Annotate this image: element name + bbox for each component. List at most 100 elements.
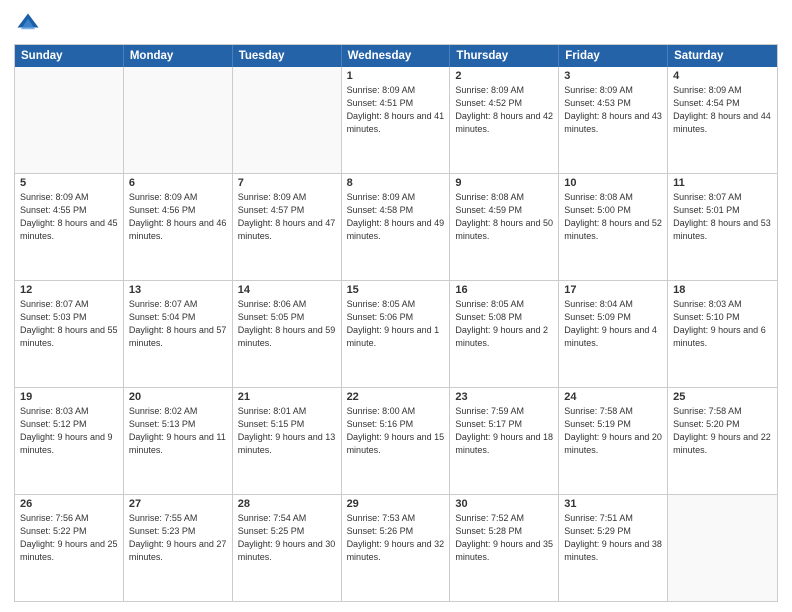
day-info: Sunrise: 7:52 AMSunset: 5:28 PMDaylight:… <box>455 512 553 564</box>
day-info: Sunrise: 8:03 AMSunset: 5:10 PMDaylight:… <box>673 298 772 350</box>
calendar-cell: 11 Sunrise: 8:07 AMSunset: 5:01 PMDayligh… <box>668 174 777 280</box>
day-number: 22 <box>347 391 445 403</box>
calendar-week-row: 1Sunrise: 8:09 AMSunset: 4:51 PMDaylight… <box>15 67 777 173</box>
calendar-cell: 18 Sunrise: 8:03 AMSunset: 5:10 PMDayligh… <box>668 281 777 387</box>
day-info: Sunrise: 8:00 AMSunset: 5:16 PMDaylight:… <box>347 405 445 457</box>
day-info: Sunrise: 8:09 AMSunset: 4:54 PMDaylight:… <box>673 84 772 136</box>
day-number: 15 <box>347 284 445 296</box>
calendar-cell <box>15 67 124 173</box>
logo <box>14 10 46 38</box>
calendar-cell: 30Sunrise: 7:52 AMSunset: 5:28 PMDayligh… <box>450 495 559 601</box>
day-info: Sunrise: 8:01 AMSunset: 5:15 PMDaylight:… <box>238 405 336 457</box>
day-number: 21 <box>238 391 336 403</box>
weekday-header: Saturday <box>668 45 777 67</box>
day-number: 20 <box>129 391 227 403</box>
day-number: 4 <box>673 70 772 82</box>
calendar-cell: 20 Sunrise: 8:02 AMSunset: 5:13 PMDayligh… <box>124 388 233 494</box>
day-info: Sunrise: 7:58 AMSunset: 5:20 PMDaylight:… <box>673 405 772 457</box>
weekday-header: Sunday <box>15 45 124 67</box>
calendar-week-row: 26 Sunrise: 7:56 AMSunset: 5:22 PMDayligh… <box>15 494 777 601</box>
calendar-cell: 25 Sunrise: 7:58 AMSunset: 5:20 PMDayligh… <box>668 388 777 494</box>
day-info: Sunrise: 8:09 AMSunset: 4:57 PMDaylight:… <box>238 191 336 243</box>
day-number: 5 <box>20 177 118 189</box>
header <box>14 10 778 38</box>
weekday-header: Friday <box>559 45 668 67</box>
day-info: Sunrise: 8:05 AMSunset: 5:08 PMDaylight:… <box>455 298 553 350</box>
calendar-cell: 13 Sunrise: 8:07 AMSunset: 5:04 PMDayligh… <box>124 281 233 387</box>
calendar-cell: 23 Sunrise: 7:59 AMSunset: 5:17 PMDayligh… <box>450 388 559 494</box>
day-number: 1 <box>347 70 445 82</box>
calendar-cell: 1Sunrise: 8:09 AMSunset: 4:51 PMDaylight… <box>342 67 451 173</box>
day-info: Sunrise: 7:55 AMSunset: 5:23 PMDaylight:… <box>129 512 227 564</box>
day-number: 19 <box>20 391 118 403</box>
day-info: Sunrise: 8:07 AMSunset: 5:03 PMDaylight:… <box>20 298 118 350</box>
day-number: 12 <box>20 284 118 296</box>
day-info: Sunrise: 7:59 AMSunset: 5:17 PMDaylight:… <box>455 405 553 457</box>
calendar-cell: 15 Sunrise: 8:05 AMSunset: 5:06 PMDayligh… <box>342 281 451 387</box>
weekday-header: Tuesday <box>233 45 342 67</box>
day-number: 25 <box>673 391 772 403</box>
calendar-cell: 8 Sunrise: 8:09 AMSunset: 4:58 PMDaylight… <box>342 174 451 280</box>
day-info: Sunrise: 7:58 AMSunset: 5:19 PMDaylight:… <box>564 405 662 457</box>
day-number: 13 <box>129 284 227 296</box>
page: SundayMondayTuesdayWednesdayThursdayFrid… <box>0 0 792 612</box>
calendar-cell <box>668 495 777 601</box>
calendar-cell <box>233 67 342 173</box>
calendar-week-row: 12 Sunrise: 8:07 AMSunset: 5:03 PMDayligh… <box>15 280 777 387</box>
calendar-cell: 31 Sunrise: 7:51 AMSunset: 5:29 PMDayligh… <box>559 495 668 601</box>
calendar-cell: 12 Sunrise: 8:07 AMSunset: 5:03 PMDayligh… <box>15 281 124 387</box>
day-number: 6 <box>129 177 227 189</box>
day-info: Sunrise: 8:09 AMSunset: 4:53 PMDaylight:… <box>564 84 662 136</box>
day-info: Sunrise: 8:09 AMSunset: 4:56 PMDaylight:… <box>129 191 227 243</box>
day-info: Sunrise: 7:54 AMSunset: 5:25 PMDaylight:… <box>238 512 336 564</box>
day-info: Sunrise: 8:08 AMSunset: 4:59 PMDaylight:… <box>455 191 553 243</box>
logo-icon <box>14 10 42 38</box>
day-number: 24 <box>564 391 662 403</box>
day-info: Sunrise: 8:04 AMSunset: 5:09 PMDaylight:… <box>564 298 662 350</box>
calendar-cell <box>124 67 233 173</box>
day-number: 11 <box>673 177 772 189</box>
day-number: 14 <box>238 284 336 296</box>
day-number: 28 <box>238 498 336 510</box>
calendar-cell: 29Sunrise: 7:53 AMSunset: 5:26 PMDayligh… <box>342 495 451 601</box>
day-number: 3 <box>564 70 662 82</box>
calendar-cell: 5 Sunrise: 8:09 AMSunset: 4:55 PMDaylight… <box>15 174 124 280</box>
calendar-cell: 3 Sunrise: 8:09 AMSunset: 4:53 PMDaylight… <box>559 67 668 173</box>
calendar-cell: 24 Sunrise: 7:58 AMSunset: 5:19 PMDayligh… <box>559 388 668 494</box>
weekday-header: Monday <box>124 45 233 67</box>
day-number: 26 <box>20 498 118 510</box>
calendar-cell: 28 Sunrise: 7:54 AMSunset: 5:25 PMDayligh… <box>233 495 342 601</box>
day-number: 18 <box>673 284 772 296</box>
day-info: Sunrise: 8:07 AMSunset: 5:01 PMDaylight:… <box>673 191 772 243</box>
calendar-header: SundayMondayTuesdayWednesdayThursdayFrid… <box>15 45 777 67</box>
calendar-cell: 19Sunrise: 8:03 AMSunset: 5:12 PMDayligh… <box>15 388 124 494</box>
day-number: 29 <box>347 498 445 510</box>
day-info: Sunrise: 8:09 AMSunset: 4:55 PMDaylight:… <box>20 191 118 243</box>
day-info: Sunrise: 8:07 AMSunset: 5:04 PMDaylight:… <box>129 298 227 350</box>
calendar-cell: 4 Sunrise: 8:09 AMSunset: 4:54 PMDaylight… <box>668 67 777 173</box>
calendar-cell: 7Sunrise: 8:09 AMSunset: 4:57 PMDaylight… <box>233 174 342 280</box>
calendar-cell: 9Sunrise: 8:08 AMSunset: 4:59 PMDaylight… <box>450 174 559 280</box>
weekday-header: Thursday <box>450 45 559 67</box>
calendar-cell: 10Sunrise: 8:08 AMSunset: 5:00 PMDayligh… <box>559 174 668 280</box>
day-number: 16 <box>455 284 553 296</box>
calendar-cell: 21 Sunrise: 8:01 AMSunset: 5:15 PMDayligh… <box>233 388 342 494</box>
day-number: 8 <box>347 177 445 189</box>
day-info: Sunrise: 8:05 AMSunset: 5:06 PMDaylight:… <box>347 298 445 350</box>
day-info: Sunrise: 8:09 AMSunset: 4:58 PMDaylight:… <box>347 191 445 243</box>
calendar-cell: 22 Sunrise: 8:00 AMSunset: 5:16 PMDayligh… <box>342 388 451 494</box>
calendar-cell: 26 Sunrise: 7:56 AMSunset: 5:22 PMDayligh… <box>15 495 124 601</box>
calendar-cell: 27Sunrise: 7:55 AMSunset: 5:23 PMDayligh… <box>124 495 233 601</box>
calendar-cell: 14 Sunrise: 8:06 AMSunset: 5:05 PMDayligh… <box>233 281 342 387</box>
calendar-body: 1Sunrise: 8:09 AMSunset: 4:51 PMDaylight… <box>15 67 777 601</box>
day-number: 23 <box>455 391 553 403</box>
day-info: Sunrise: 8:06 AMSunset: 5:05 PMDaylight:… <box>238 298 336 350</box>
day-info: Sunrise: 7:51 AMSunset: 5:29 PMDaylight:… <box>564 512 662 564</box>
day-number: 31 <box>564 498 662 510</box>
day-info: Sunrise: 7:56 AMSunset: 5:22 PMDaylight:… <box>20 512 118 564</box>
calendar-cell: 6 Sunrise: 8:09 AMSunset: 4:56 PMDaylight… <box>124 174 233 280</box>
calendar-cell: 17Sunrise: 8:04 AMSunset: 5:09 PMDayligh… <box>559 281 668 387</box>
weekday-header: Wednesday <box>342 45 451 67</box>
day-info: Sunrise: 8:02 AMSunset: 5:13 PMDaylight:… <box>129 405 227 457</box>
calendar: SundayMondayTuesdayWednesdayThursdayFrid… <box>14 44 778 602</box>
